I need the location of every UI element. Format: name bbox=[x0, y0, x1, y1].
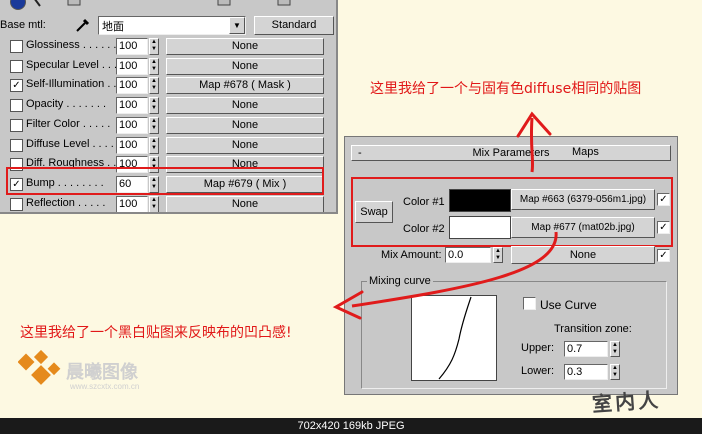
image-info: 702x420 169kb JPEG bbox=[297, 420, 405, 432]
watermark-logo-text: 晨曦图像 bbox=[66, 362, 138, 383]
signature: 室内人 bbox=[591, 387, 662, 417]
watermark-url: www.szcxtx.com.cn bbox=[70, 382, 140, 391]
arrow-up bbox=[529, 117, 535, 173]
arrow-left bbox=[351, 231, 558, 308]
footer-bar: 702x420 169kb JPEG bbox=[0, 418, 702, 434]
watermark-logo-icon bbox=[18, 350, 61, 385]
